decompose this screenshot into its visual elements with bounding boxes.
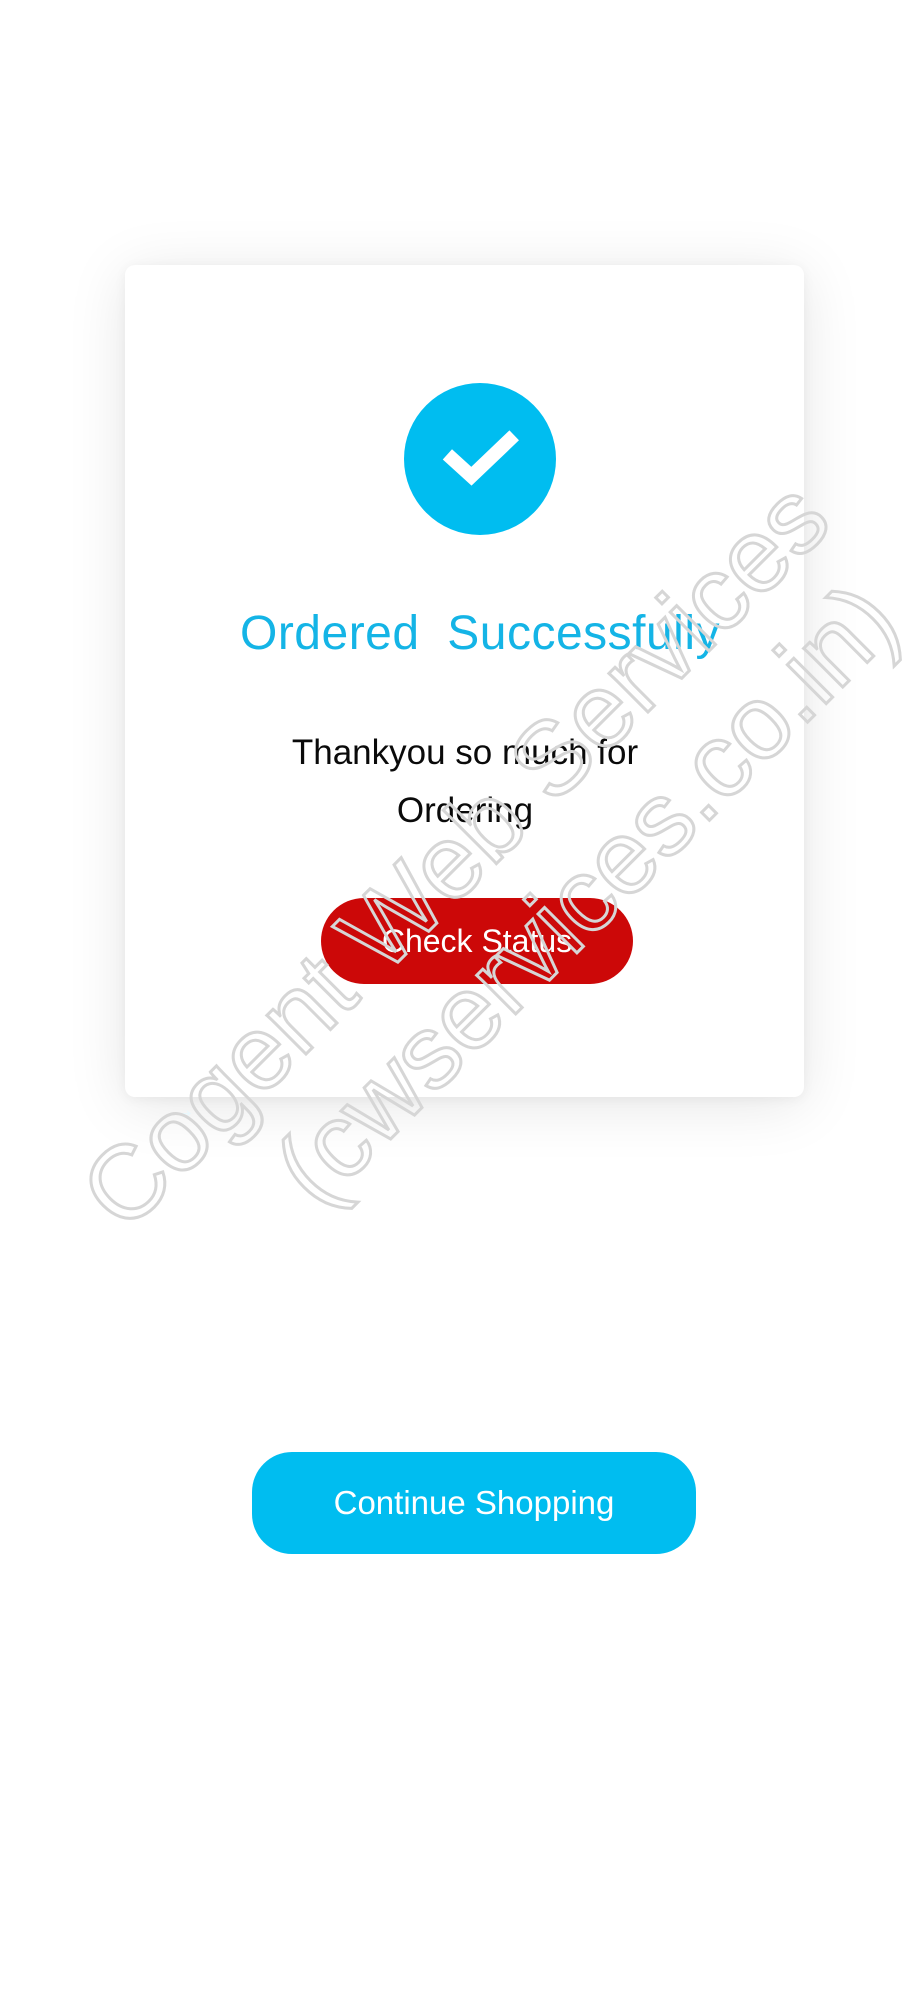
order-success-title: Ordered Successfully <box>239 607 721 660</box>
checkmark-circle-icon <box>404 383 556 535</box>
arrow-right-icon: → <box>170 1094 196 1124</box>
checkmark-icon <box>442 430 519 486</box>
thank-you-message: Thankyou so much for Ordering <box>291 733 639 830</box>
check-status-button[interactable]: Check Status <box>321 898 633 984</box>
continue-shopping-button[interactable]: Continue Shopping <box>252 1452 696 1554</box>
